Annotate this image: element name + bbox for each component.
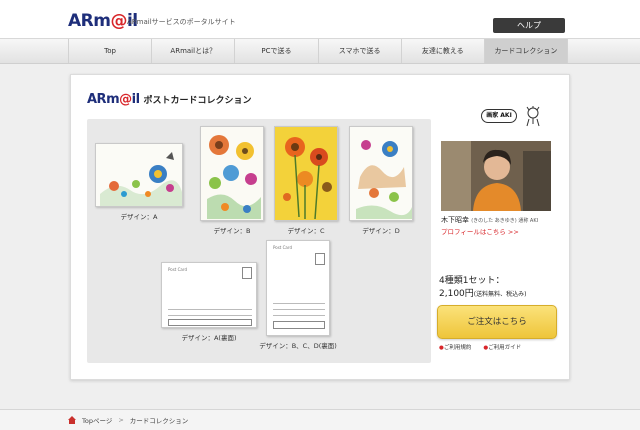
footer-bar: Topページ > カードコレクション <box>0 409 640 430</box>
card-image-c[interactable] <box>274 126 338 221</box>
set-description: 4種類1セット： <box>439 276 505 286</box>
card-image-d[interactable] <box>349 126 413 221</box>
artist-badge: 画家 AKI <box>481 109 517 123</box>
card-c-artwork <box>275 127 337 220</box>
nav-item-card-collection[interactable]: カードコレクション <box>483 39 569 63</box>
nav-item-smartphone[interactable]: スマホで送る <box>317 39 401 63</box>
breadcrumb-separator: > <box>118 416 124 424</box>
profile-link[interactable]: プロフィールはこちら >> <box>441 226 519 236</box>
card-image-bcd-back[interactable]: Post Card <box>266 240 330 336</box>
help-button[interactable]: ヘルプ <box>493 18 565 33</box>
card-label-c: デザイン：C <box>287 227 325 235</box>
breadcrumb-current: カードコレクション <box>129 417 189 425</box>
collection-panel: ARm@il ポストカードコレクション デザイン：A デザイン：B デザイン：C… <box>70 74 570 380</box>
card-label-d: デザイン：D <box>362 227 400 235</box>
nav-item-share[interactable]: 友達に教える <box>400 39 484 63</box>
card-label-bcd-back: デザイン：B、C、D(裏面) <box>259 342 337 350</box>
artist-portrait <box>441 141 551 211</box>
artist-photo <box>441 141 551 211</box>
card-image-a-back[interactable]: Post Card <box>161 262 257 328</box>
address-line <box>168 315 252 316</box>
postal-code-box <box>168 319 252 326</box>
card-label-b: デザイン：B <box>213 227 251 235</box>
address-line <box>273 315 325 316</box>
card-a-artwork <box>96 144 182 206</box>
panel-heading: ポストカードコレクション <box>143 95 252 106</box>
address-line <box>273 303 325 304</box>
order-button[interactable]: ご注文はこちら <box>437 305 557 339</box>
stamp-box <box>315 253 325 265</box>
address-line <box>168 309 252 310</box>
card-b-artwork <box>201 127 263 220</box>
nav-item-pc[interactable]: PCで送る <box>234 39 317 63</box>
breadcrumb: Topページ > カードコレクション <box>68 415 188 425</box>
content-stage: ARm@il ポストカードコレクション デザイン：A デザイン：B デザイン：C… <box>0 64 640 409</box>
card-d-artwork <box>350 127 412 220</box>
price-text: 2,100円(送料無料、税込み) <box>439 289 527 299</box>
breadcrumb-top[interactable]: Topページ <box>82 415 112 425</box>
card-label-a: デザイン：A <box>120 213 158 221</box>
card-image-b[interactable] <box>200 126 264 221</box>
home-icon <box>68 416 76 424</box>
card-gallery: デザイン：A デザイン：B デザイン：C デザイン：D Post Card デザ… <box>87 119 431 363</box>
site-tagline: ARmailサービスのポータルサイト <box>127 18 236 26</box>
panel-logo: ARm@il <box>87 91 140 107</box>
terms-link[interactable]: ●ご利用規約 <box>439 343 471 351</box>
usage-guide-link[interactable]: ●ご利用ガイド <box>483 343 521 351</box>
main-nav: Top ARmailとは？ PCで送る スマホで送る 友達に教える カードコレク… <box>0 38 640 64</box>
artist-doodle-icon <box>526 106 540 127</box>
nav-item-top[interactable]: Top <box>68 39 151 63</box>
address-line <box>273 309 325 310</box>
postcard-header: Post Card <box>273 245 292 250</box>
postcard-header: Post Card <box>168 267 187 272</box>
card-image-a[interactable] <box>95 143 183 207</box>
card-label-a-back: デザイン：A(裏面) <box>181 334 237 342</box>
guide-links: ●ご利用規約 ●ご利用ガイド <box>439 343 521 351</box>
nav-item-about[interactable]: ARmailとは？ <box>151 39 234 63</box>
panel-title: ARm@il ポストカードコレクション <box>87 91 252 107</box>
artist-name: 木下昭幸 (きのした あきゆき) 通称 AKI <box>441 216 539 224</box>
stamp-box <box>242 267 252 279</box>
site-header: ARm@il ARmailサービスのポータルサイト ヘルプ <box>0 0 640 38</box>
postal-code-box <box>273 321 325 329</box>
